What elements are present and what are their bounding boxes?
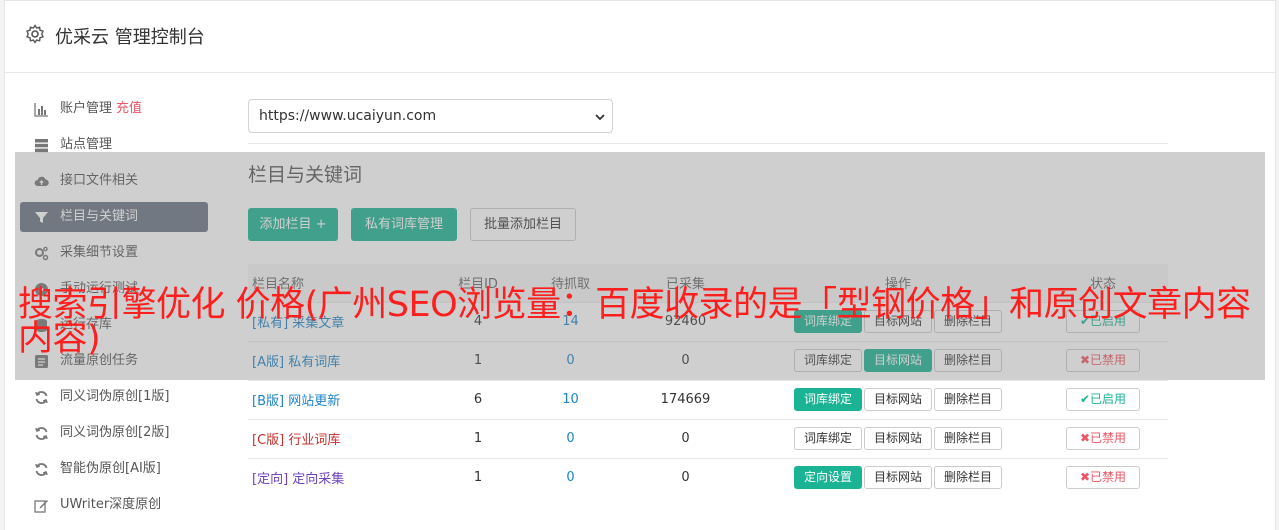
pending-count[interactable]: 10 (528, 379, 613, 419)
table-row: [B版] 网站更新 6 10 174669 词库绑定 目标网站 删除栏目 ✔已启用 (248, 379, 1168, 419)
directed-settings-button[interactable]: 定向设置 (793, 466, 862, 490)
site-select[interactable]: https://www.ucaiyun.com (248, 99, 613, 133)
x-icon: ✖ (1079, 470, 1091, 485)
column-id: 1 (428, 418, 528, 458)
column-tag: [定向] (252, 472, 289, 488)
sidebar-item-label: 站点管理 (60, 137, 113, 152)
delete-column-button[interactable]: 删除栏目 (934, 388, 1003, 411)
x-icon: ✖ (1079, 431, 1091, 445)
column-tag: [C版] (252, 433, 285, 448)
column-name-cell[interactable]: [B版] 网站更新 (248, 379, 428, 419)
pending-count[interactable]: 0 (528, 418, 613, 458)
column-name: 行业词库 (288, 433, 341, 448)
edit-icon (34, 500, 48, 513)
column-id: 1 (428, 457, 528, 497)
refresh-icon (35, 427, 48, 440)
recharge-link[interactable]: 充值 (116, 101, 142, 116)
server-icon (35, 139, 48, 153)
sidebar-item-label: 同义词伪原创[1版] (60, 389, 170, 404)
target-site-button[interactable]: 目标网站 (863, 466, 932, 490)
overlay-text: 搜索引擎优化 价格(广州SEO浏览量：百度收录的是「型钢价格」和原创文章内容内容… (18, 285, 1251, 359)
sidebar-item-label: UWriter深度原创 (60, 497, 162, 512)
sidebar-item-account[interactable]: 账户管理 充值 (20, 94, 210, 124)
done-count: 0 (613, 418, 758, 458)
status-label: 已启用 (1090, 392, 1127, 406)
bind-lib-button[interactable]: 词库绑定 (793, 427, 862, 450)
sidebar-item-label: 同义词伪原创[2版] (60, 425, 170, 440)
target-site-button[interactable]: 目标网站 (863, 427, 932, 450)
sidebar-item-label: 智能伪原创[AI版] (60, 461, 161, 476)
sidebar-item-label: 账户管理 (60, 101, 113, 116)
status-toggle[interactable]: ✖已禁用 (1066, 466, 1140, 490)
delete-column-button[interactable]: 删除栏目 (934, 427, 1003, 450)
status-label: 已禁用 (1090, 431, 1127, 445)
column-name: 网站更新 (288, 394, 341, 409)
sidebar-item-synonym-v1[interactable]: 同义词伪原创[1版] (20, 382, 210, 412)
status-toggle[interactable]: ✖已禁用 (1066, 427, 1140, 450)
column-id: 6 (428, 379, 528, 419)
sidebar-item-uwriter[interactable]: UWriter深度原创 (20, 490, 210, 520)
site-select-value: https://www.ucaiyun.com (259, 108, 437, 124)
bar-chart-icon (34, 103, 48, 117)
column-name-cell[interactable]: [C版] 行业词库 (248, 418, 428, 458)
done-count: 0 (613, 457, 758, 497)
delete-column-button[interactable]: 删除栏目 (934, 466, 1003, 490)
done-count: 174669 (613, 379, 758, 419)
table-row: [C版] 行业词库 1 0 0 词库绑定 目标网站 删除栏目 ✖已禁用 (248, 418, 1168, 458)
check-icon: ✔ (1079, 392, 1091, 406)
target-site-button[interactable]: 目标网站 (863, 388, 932, 411)
sidebar-item-ai-rewrite[interactable]: 智能伪原创[AI版] (20, 454, 210, 484)
column-name-cell[interactable]: [定向] 定向采集 (248, 457, 428, 497)
divider (248, 143, 1168, 144)
panel-header: 优采云 管理控制台 (5, 1, 1275, 73)
page-title: 优采云 管理控制台 (55, 27, 205, 48)
bind-lib-button[interactable]: 词库绑定 (793, 388, 862, 411)
status-toggle[interactable]: ✔已启用 (1066, 388, 1140, 411)
refresh-icon (35, 391, 48, 404)
gear-icon (26, 24, 44, 44)
chevron-down-icon (595, 114, 605, 121)
pending-count[interactable]: 0 (528, 457, 613, 497)
sidebar-item-synonym-v2[interactable]: 同义词伪原创[2版] (20, 418, 210, 448)
table-row: [定向] 定向采集 1 0 0 定向设置 目标网站 删除栏目 ✖已禁用 (248, 457, 1168, 497)
status-label: 已禁用 (1090, 470, 1127, 485)
refresh-icon (35, 463, 48, 476)
column-tag: [B版] (252, 394, 285, 409)
column-name: 定向采集 (292, 472, 345, 488)
